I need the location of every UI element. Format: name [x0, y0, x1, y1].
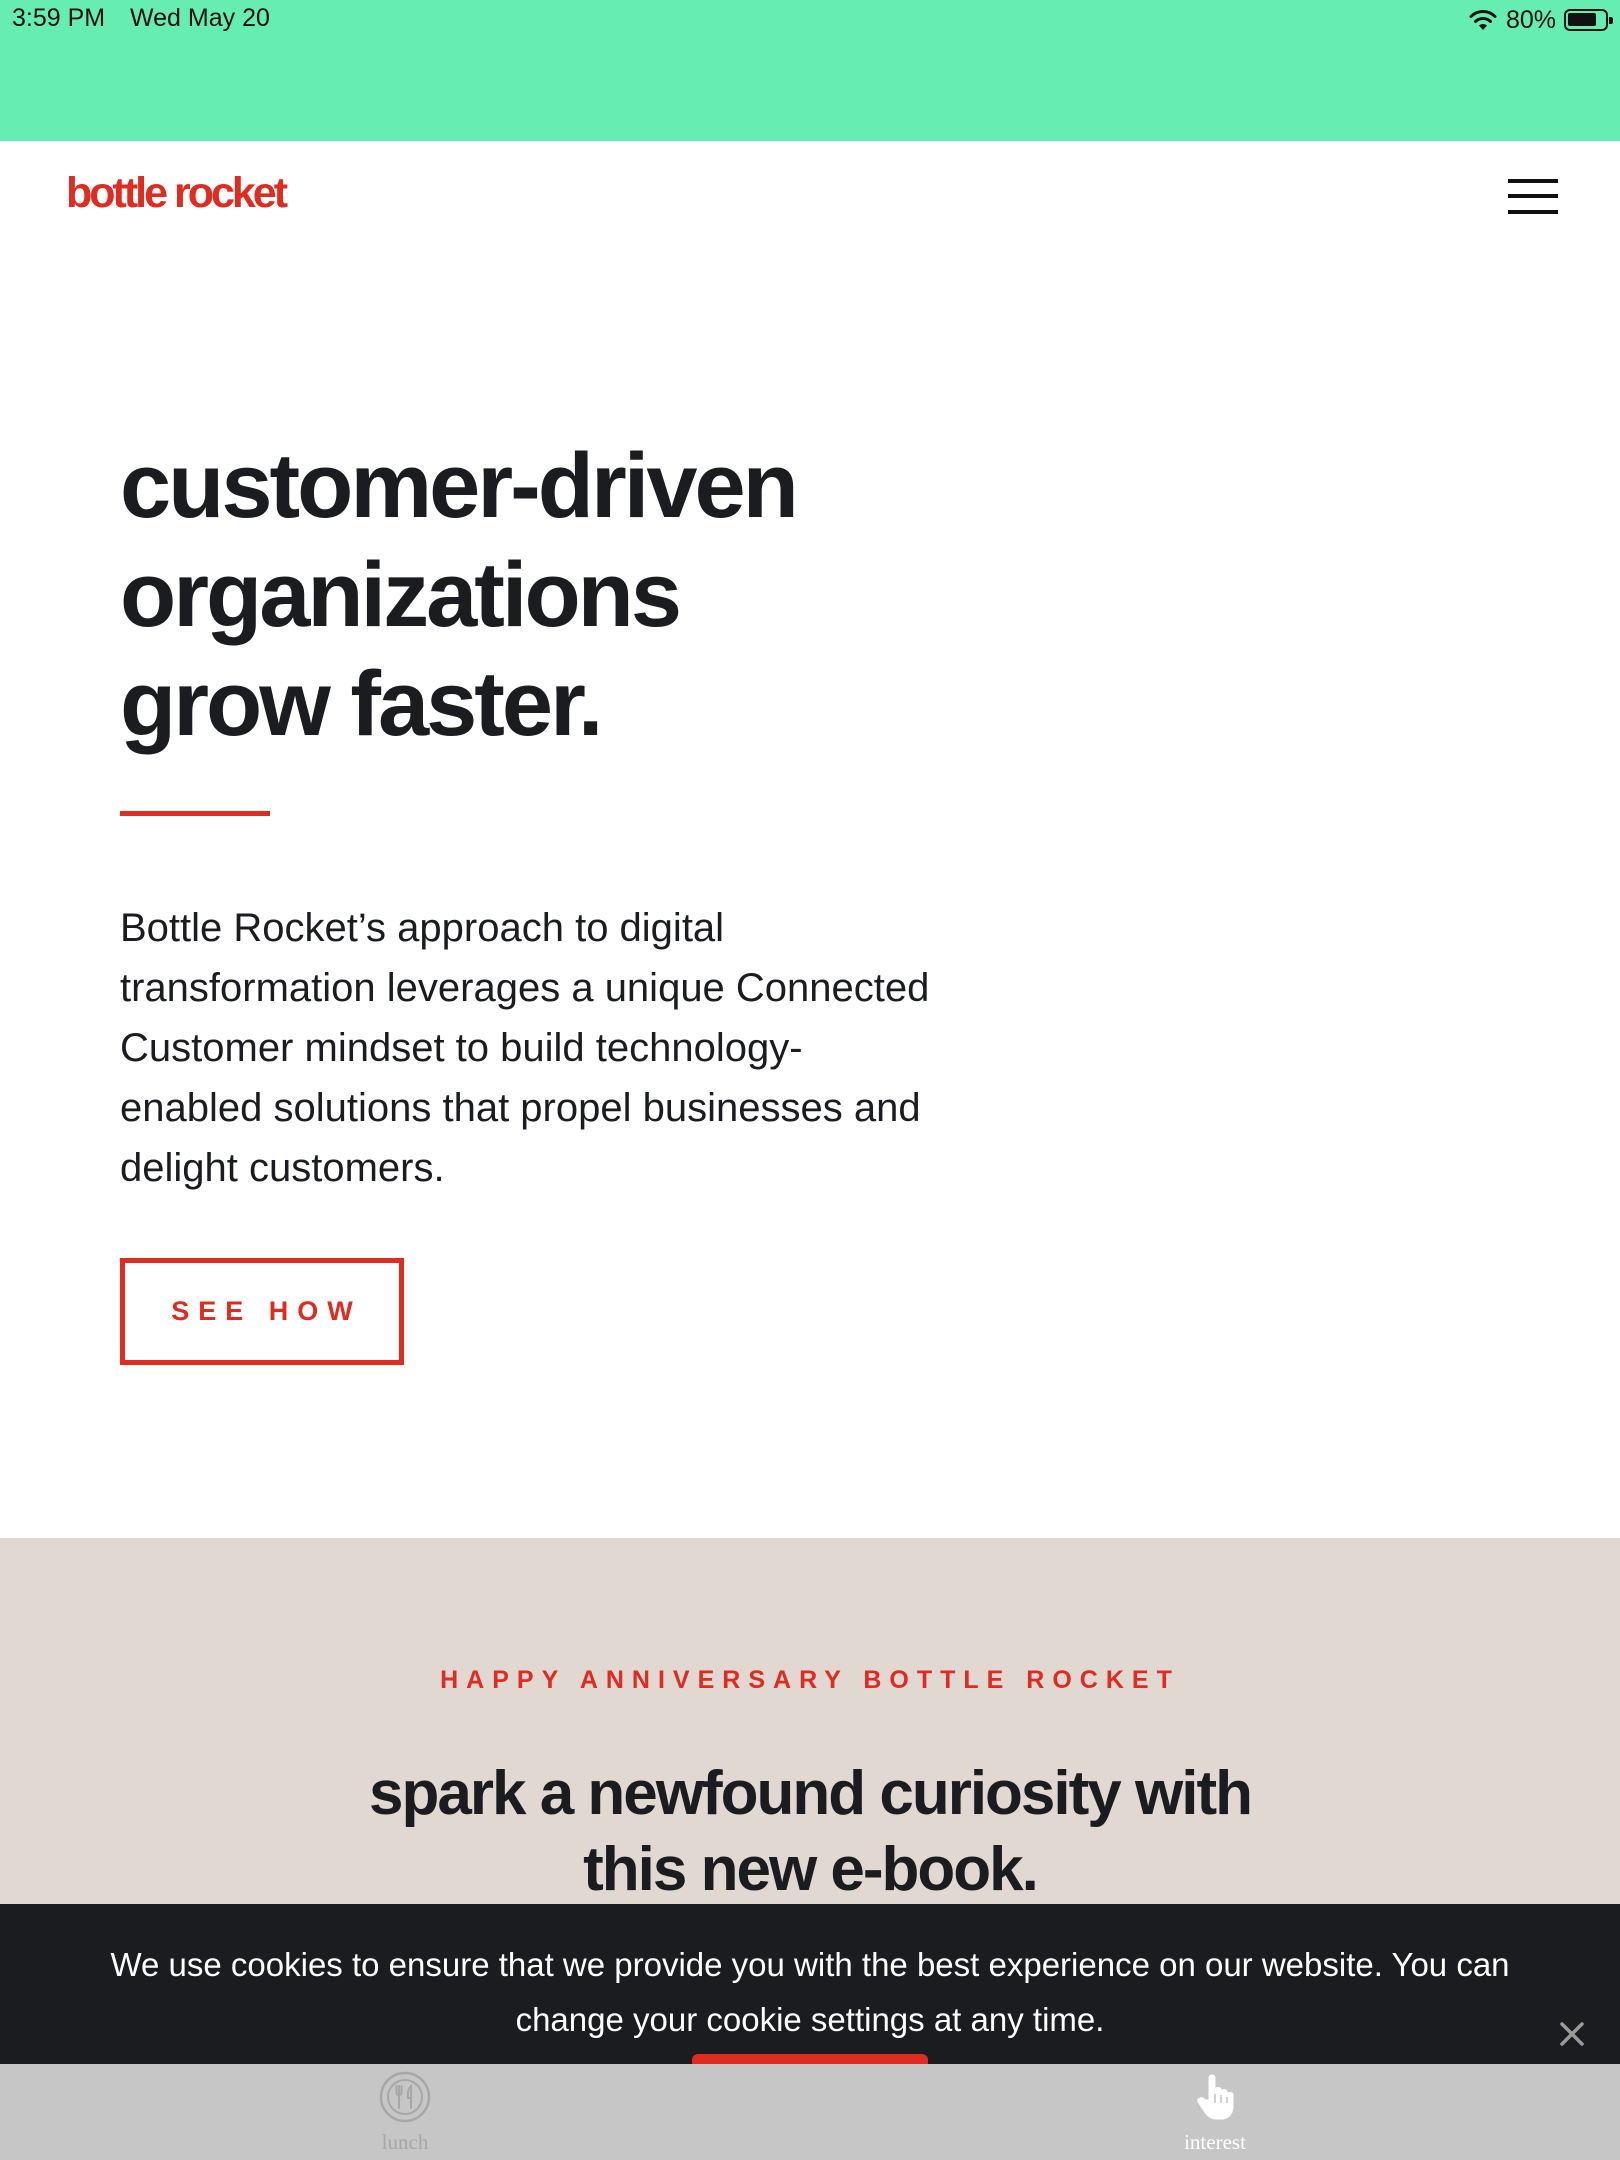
status-right: 80% — [1468, 4, 1613, 36]
anniversary-title: spark a newfound curiosity with this new… — [0, 1756, 1620, 1908]
cookie-message-line: change your cookie settings at any time. — [515, 2001, 1105, 2038]
anniversary-title-line: this new e-book. — [583, 1835, 1039, 1904]
close-icon[interactable] — [1558, 2020, 1586, 2048]
cookie-message-line: We use cookies to ensure that we provide… — [110, 1946, 1510, 1983]
status-time: 3:59 PM — [12, 4, 106, 32]
cookie-message: We use cookies to ensure that we provide… — [0, 1937, 1620, 2047]
wifi-icon — [1469, 10, 1497, 30]
bottom-tab-bar: lunch interest — [0, 2064, 1620, 2160]
hamburger-menu-icon[interactable] — [1508, 177, 1560, 215]
hero-description: Bottle Rocket’s approach to digital tran… — [120, 898, 1040, 1198]
title-divider — [120, 811, 270, 816]
tab-interest[interactable]: interest — [1135, 2064, 1295, 2160]
hero-description-line: Bottle Rocket’s approach to digital — [120, 906, 725, 950]
hero-description-line: enabled solutions that propel businesses… — [120, 1086, 921, 1130]
hero-title-line: customer-driven — [120, 435, 799, 537]
hero-title: customer-driven organizations grow faste… — [120, 432, 1120, 759]
battery-icon — [1564, 9, 1613, 31]
hero-description-line: transformation leverages a unique Connec… — [120, 966, 930, 1010]
fork-knife-icon — [379, 2071, 431, 2123]
hero-description-line: Customer mindset to build technology- — [120, 1026, 803, 1070]
cookie-banner: We use cookies to ensure that we provide… — [0, 1904, 1620, 2068]
status-bar: 3:59 PM Wed May 20 80% — [0, 0, 1620, 141]
tab-lunch[interactable]: lunch — [325, 2064, 485, 2160]
site-header: bottle rocket — [0, 141, 1620, 261]
see-how-button[interactable]: SEE HOW — [120, 1258, 404, 1365]
hand-pointer-icon — [1197, 2074, 1234, 2120]
hero-title-line: organizations — [120, 544, 682, 646]
hero-title-line: grow faster. — [120, 653, 603, 755]
anniversary-title-line: spark a newfound curiosity with — [369, 1759, 1253, 1828]
hero-description-line: delight customers. — [120, 1146, 445, 1190]
status-date: Wed May 20 — [130, 4, 270, 32]
tab-label: interest — [1184, 2130, 1246, 2154]
anniversary-eyebrow: HAPPY ANNIVERSARY BOTTLE ROCKET — [440, 1666, 1180, 1694]
battery-fill — [1568, 13, 1596, 26]
bottle-rocket-logo[interactable]: bottle rocket — [66, 169, 288, 218]
battery-percent: 80% — [1505, 5, 1556, 34]
tab-label: lunch — [381, 2130, 429, 2154]
